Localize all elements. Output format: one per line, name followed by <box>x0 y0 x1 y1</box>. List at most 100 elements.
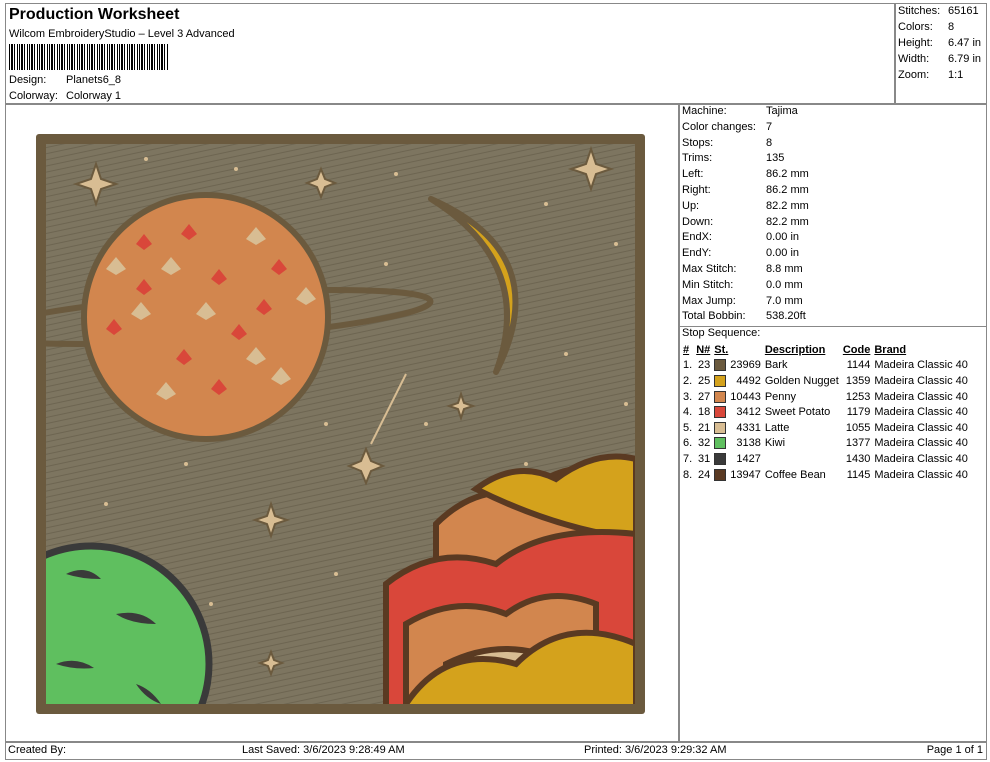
info-panel: Machine: Tajima Color changes: 7 Stops: 8 T… <box>678 103 987 743</box>
info-row: Trims: 135 <box>682 152 785 165</box>
info-row: Right: 86.2 mm <box>682 184 809 196</box>
stop-sequence-title: Stop Sequence: <box>682 327 761 339</box>
design-label: Design: <box>9 74 47 86</box>
thread-brand: Madeira Classic 40 <box>874 468 968 481</box>
thread-brand: Madeira Classic 40 <box>874 406 968 419</box>
design-preview <box>5 103 680 743</box>
stat-row: Colors: 8 <box>898 21 955 33</box>
color-swatch-icon <box>714 468 727 481</box>
col-num: # <box>683 343 690 356</box>
col-description: Description <box>764 343 826 356</box>
thread-description: Coffee Bean <box>764 468 826 481</box>
col-brand: Brand <box>874 343 907 356</box>
printed-date: Printed: 3/6/2023 9:29:32 AM <box>584 744 727 756</box>
thread-code: 1359 <box>845 374 871 387</box>
color-swatch <box>712 404 728 420</box>
thread-description: Golden Nugget <box>764 374 839 387</box>
info-row: EndY: 0.00 in <box>682 247 800 260</box>
thread-description <box>763 451 841 467</box>
thread-brand: Madeira Classic 40 <box>874 390 968 403</box>
thread-code: 1055 <box>845 421 871 434</box>
thread-description: Sweet Potato <box>764 406 831 419</box>
needle-number: 24 <box>698 468 711 481</box>
stitch-count: 10443 <box>730 390 761 403</box>
color-swatch <box>712 467 728 483</box>
last-saved: Last Saved: 3/6/2023 9:28:49 AM <box>242 744 405 756</box>
stop-sequence-table: # N# St. Description Code Brand 1. 23 2396… <box>681 342 970 482</box>
software-name: Wilcom EmbroideryStudio – Level 3 Advanc… <box>9 28 235 40</box>
stat-row: Width: 6.79 in <box>898 53 982 65</box>
color-swatch <box>712 373 728 389</box>
color-swatch <box>712 358 728 374</box>
thread-brand: Madeira Classic 40 <box>874 359 968 372</box>
stat-row: Stitches: 65161 <box>898 5 979 17</box>
stitch-count: 23969 <box>730 359 761 372</box>
row-index: 8. <box>683 468 693 481</box>
needle-number: 31 <box>698 452 711 465</box>
info-row: Color changes: 7 <box>682 120 773 133</box>
info-row: Up: 82.2 mm <box>682 199 809 212</box>
color-swatch-icon <box>714 453 727 465</box>
needle-number: 25 <box>698 374 711 387</box>
thread-brand: Madeira Classic 40 <box>874 437 968 450</box>
stat-row: Zoom: 1:1 <box>898 69 964 81</box>
stitch-count: 4492 <box>736 374 761 387</box>
table-row: 7. 31 1427 1430 Madeira Classic 40 <box>681 451 970 467</box>
color-swatch <box>712 451 728 467</box>
table-row: 8. 24 13947 Coffee Bean 1145 Madeira Classic … <box>681 467 970 483</box>
worksheet-footer: Created By: Last Saved: 3/6/2023 9:28:49… <box>5 741 987 760</box>
color-swatch-icon <box>714 390 727 403</box>
table-row: 1. 23 23969 Bark 1144 Madeira Classic 40 <box>681 358 970 374</box>
worksheet-title: Production Worksheet <box>9 6 180 23</box>
stitch-count: 3412 <box>736 406 761 419</box>
thread-brand: Madeira Classic 40 <box>874 452 968 465</box>
stat-row: Height: 6.47 in <box>898 37 982 49</box>
row-index: 7. <box>683 452 693 465</box>
color-swatch-icon <box>714 406 727 419</box>
thread-code: 1144 <box>846 359 871 372</box>
info-row: Max Jump: 7.0 mm <box>682 294 803 307</box>
col-n: N# <box>696 343 711 356</box>
embroidery-preview-image <box>36 134 645 714</box>
color-swatch <box>712 436 728 452</box>
info-row: Down: 82.2 mm <box>682 215 809 228</box>
info-row: Machine: Tajima <box>682 105 798 117</box>
row-index: 2. <box>683 374 693 387</box>
colorway-value: Colorway 1 <box>66 90 122 102</box>
col-st: St. <box>714 343 729 356</box>
row-index: 1. <box>683 359 693 372</box>
thread-description: Latte <box>764 421 790 434</box>
stitch-count: 13947 <box>730 468 761 481</box>
table-row: 3. 27 10443 Penny 1253 Madeira Classic 40 <box>681 389 970 405</box>
created-by: Created By: <box>8 744 67 756</box>
table-row: 5. 21 4331 Latte 1055 Madeira Classic 40 <box>681 420 970 436</box>
needle-number: 32 <box>698 437 711 450</box>
worksheet-header: Production Worksheet Wilcom EmbroiderySt… <box>5 3 896 105</box>
color-swatch-icon <box>714 437 727 450</box>
info-row: Total Bobbin: 538.20ft <box>682 310 806 323</box>
col-code: Code <box>842 343 871 356</box>
table-row: 2. 25 4492 Golden Nugget 1359 Madeira Classic… <box>681 373 970 389</box>
barcode <box>9 44 169 70</box>
info-row: Stops: 8 <box>682 136 773 149</box>
thread-description: Bark <box>764 359 788 372</box>
color-swatch-icon <box>714 359 727 372</box>
row-index: 4. <box>683 406 693 419</box>
table-row: 6. 32 3138 Kiwi 1377 Madeira Classic 40 <box>681 436 970 452</box>
needle-number: 27 <box>698 390 711 403</box>
info-row: Max Stitch: 8.8 mm <box>682 263 803 275</box>
design-line: Design: Planets6_8 <box>9 74 121 86</box>
stats-panel: Stitches: 65161 Colors: 8 Height: 6.47 in W… <box>894 3 987 105</box>
colorway-line: Colorway: Colorway 1 <box>9 90 121 102</box>
design-value: Planets6_8 <box>66 74 122 86</box>
thread-description: Penny <box>764 390 797 403</box>
stitch-count: 4331 <box>736 421 761 434</box>
stitch-count: 3138 <box>736 437 761 450</box>
color-swatch <box>712 389 728 405</box>
color-swatch-icon <box>714 375 727 388</box>
thread-brand: Madeira Classic 40 <box>874 421 968 434</box>
info-row: EndX: 0.00 in <box>682 231 800 244</box>
table-row: 4. 18 3412 Sweet Potato 1179 Madeira Classic … <box>681 404 970 420</box>
row-index: 5. <box>683 421 693 434</box>
thread-code: 1430 <box>845 452 871 465</box>
